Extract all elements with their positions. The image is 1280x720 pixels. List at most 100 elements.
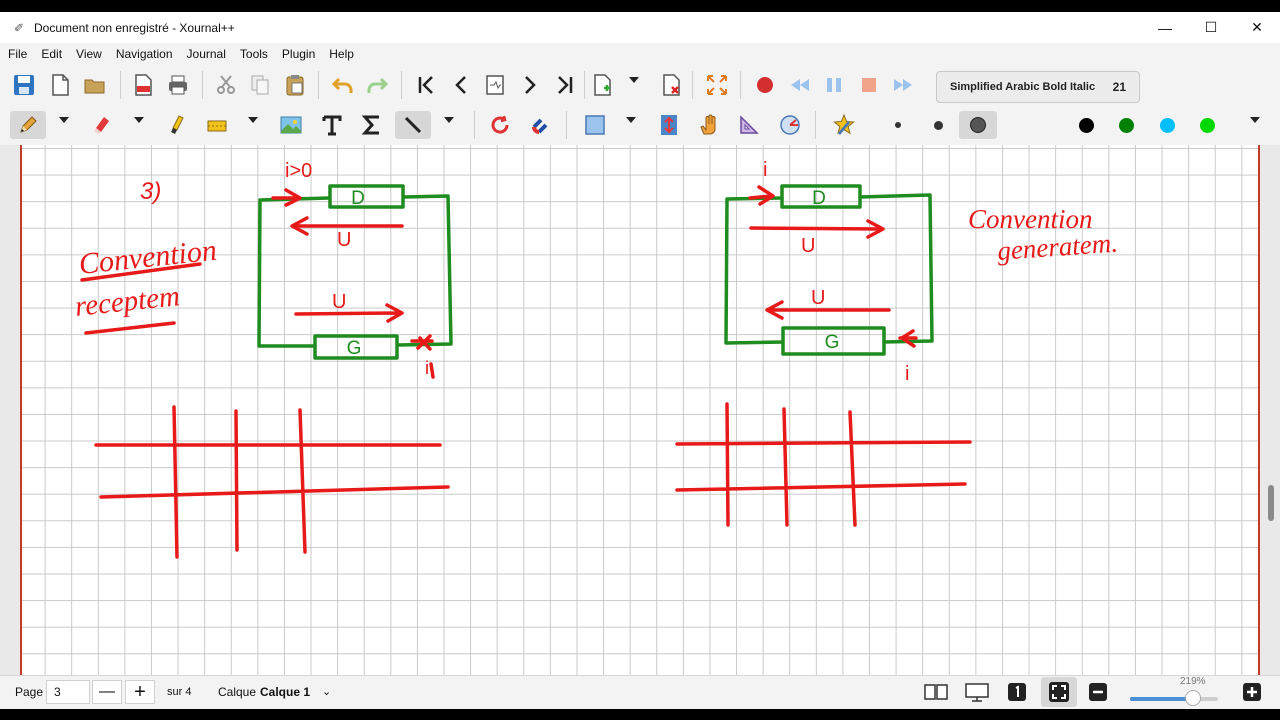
right-dipole-g-label: G xyxy=(825,332,840,353)
layer-dropdown-icon[interactable]: ⌄ xyxy=(322,685,331,698)
compass-button[interactable] xyxy=(776,111,804,139)
zoom-slider-thumb[interactable] xyxy=(1185,690,1201,706)
color-black-button[interactable] xyxy=(1072,111,1100,139)
rectangle-icon xyxy=(585,115,605,135)
layer-label: Calque xyxy=(218,685,257,699)
cut-button[interactable] xyxy=(212,71,240,99)
left-circuit xyxy=(257,184,453,360)
fill-color-button[interactable] xyxy=(1018,111,1046,139)
color-cyan-button[interactable] xyxy=(1153,111,1181,139)
eraser-dropdown[interactable] xyxy=(134,117,144,123)
first-page-icon xyxy=(418,76,433,94)
vertical-scrollbar[interactable] xyxy=(1268,485,1274,521)
cyan-color-icon xyxy=(1159,117,1175,133)
image-tool-button[interactable] xyxy=(277,111,305,139)
delete-page-button[interactable] xyxy=(657,71,685,99)
record-button[interactable] xyxy=(751,71,779,99)
eraser-tool-button[interactable] xyxy=(88,111,116,139)
page-increment-button[interactable]: + xyxy=(125,680,155,704)
stop-button[interactable] xyxy=(855,71,883,99)
layer-selector[interactable]: Calque 1 xyxy=(260,685,310,699)
select-region-button[interactable] xyxy=(203,111,231,139)
pen-tool-button[interactable] xyxy=(10,111,46,139)
fast-forward-button[interactable] xyxy=(889,71,917,99)
redo-button[interactable] xyxy=(363,71,391,99)
insert-page-button[interactable] xyxy=(588,71,616,99)
zoom-in-button[interactable] xyxy=(1240,681,1264,703)
last-page-button[interactable] xyxy=(551,71,579,99)
pause-button[interactable] xyxy=(820,71,848,99)
font-name: Simplified Arabic Bold Italic xyxy=(950,81,1096,93)
selection-dropdown[interactable] xyxy=(248,117,258,123)
size-medium-button[interactable] xyxy=(924,111,952,139)
minimize-button[interactable]: — xyxy=(1142,12,1188,43)
menu-navigation[interactable]: Navigation xyxy=(110,47,179,61)
setsquare-button[interactable] xyxy=(735,111,763,139)
color-lime-button[interactable] xyxy=(1193,111,1221,139)
audio-tool-button[interactable] xyxy=(830,111,858,139)
font-selector[interactable]: Simplified Arabic Bold Italic 21 xyxy=(936,71,1140,103)
zoom-out-icon xyxy=(1089,683,1107,701)
menu-file[interactable]: File xyxy=(2,47,33,61)
size-thick-icon xyxy=(970,117,986,133)
latex-tool-button[interactable] xyxy=(358,111,386,139)
presentation-mode-button[interactable] xyxy=(965,681,989,703)
fullscreen-icon xyxy=(707,75,727,95)
text-tool-button[interactable] xyxy=(318,111,346,139)
first-page-button[interactable] xyxy=(412,71,440,99)
vertical-space-button[interactable] xyxy=(655,111,683,139)
menu-tools[interactable]: Tools xyxy=(234,47,274,61)
page-number-input[interactable]: 3 xyxy=(46,680,90,704)
fill-color-icon xyxy=(1024,116,1034,134)
size-fine-button[interactable] xyxy=(884,111,912,139)
more-tools-dropdown[interactable] xyxy=(1250,117,1260,123)
fill-dropdown[interactable] xyxy=(626,117,636,123)
zoom-out-button[interactable] xyxy=(1086,681,1110,703)
zoom-100-button[interactable] xyxy=(1005,681,1029,703)
document-page[interactable]: D G 3) i>0 U U Convention receptem D G i… xyxy=(20,145,1260,675)
left-dipole-g-label: G xyxy=(347,338,362,359)
fullscreen-button[interactable] xyxy=(703,71,731,99)
save-button[interactable] xyxy=(10,71,38,99)
highlighter-tool-button[interactable] xyxy=(162,111,190,139)
menu-plugin[interactable]: Plugin xyxy=(276,47,321,61)
previous-page-button[interactable] xyxy=(447,71,475,99)
open-button[interactable] xyxy=(81,71,109,99)
print-button[interactable] xyxy=(164,71,192,99)
zoom-slider[interactable] xyxy=(1130,690,1218,706)
canvas-area[interactable]: D G 3) i>0 U U Convention receptem D G i… xyxy=(0,145,1280,675)
stop-icon xyxy=(862,78,876,92)
rewind-button[interactable] xyxy=(786,71,814,99)
menu-view[interactable]: View xyxy=(70,47,108,61)
status-bar: Page 3 — + sur 4 Calque Calque 1 ⌄ 219% xyxy=(0,675,1280,709)
page-decrement-button[interactable]: — xyxy=(92,680,122,704)
zoom-fit-button[interactable] xyxy=(1041,677,1077,707)
close-button[interactable]: ✕ xyxy=(1234,12,1280,43)
size-thick-button[interactable] xyxy=(959,111,997,139)
rotate-snap-icon xyxy=(491,115,509,134)
menu-help[interactable]: Help xyxy=(323,47,360,61)
insert-page-dropdown[interactable] xyxy=(629,77,639,83)
dual-page-button[interactable] xyxy=(924,681,948,703)
rotation-snapping-button[interactable] xyxy=(486,111,514,139)
export-pdf-button[interactable] xyxy=(129,71,157,99)
goto-page-button[interactable] xyxy=(481,71,509,99)
paste-button[interactable] xyxy=(281,71,309,99)
grid-snapping-button[interactable] xyxy=(527,111,555,139)
shape-dropdown[interactable] xyxy=(444,117,454,123)
menu-journal[interactable]: Journal xyxy=(181,47,232,61)
new-document-button[interactable] xyxy=(46,71,74,99)
color-green-button[interactable] xyxy=(1112,111,1140,139)
menu-edit[interactable]: Edit xyxy=(35,47,68,61)
maximize-button[interactable]: ☐ xyxy=(1188,12,1234,43)
pen-dropdown[interactable] xyxy=(59,117,69,123)
copy-button[interactable] xyxy=(246,71,274,99)
ruler-tool-button[interactable] xyxy=(395,111,431,139)
last-page-icon xyxy=(558,76,573,94)
undo-button[interactable] xyxy=(329,71,357,99)
main-toolbar: Simplified Arabic Bold Italic 21 xyxy=(0,65,1280,105)
next-page-button[interactable] xyxy=(516,71,544,99)
shape-rectangle-button[interactable] xyxy=(581,111,609,139)
right-dipole-d-label: D xyxy=(812,188,826,209)
hand-tool-button[interactable] xyxy=(695,111,723,139)
